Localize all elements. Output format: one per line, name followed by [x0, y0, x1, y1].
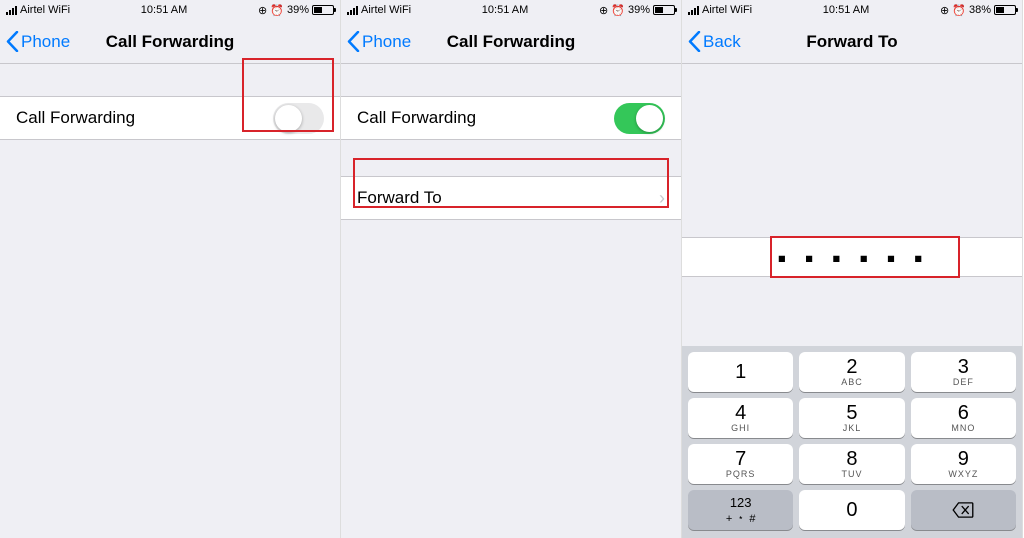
chevron-right-icon: ›: [659, 188, 665, 209]
alarm-icon: ⊕ ⏰: [940, 4, 966, 17]
key-0[interactable]: 0: [799, 490, 904, 530]
key-6[interactable]: 6MNO: [911, 398, 1016, 438]
call-forwarding-row: Call Forwarding: [341, 96, 681, 140]
back-label: Back: [703, 32, 741, 52]
screen-forward-to-input: Airtel WiFi 10:51 AM ⊕ ⏰ 38% Back Forwar…: [682, 0, 1023, 538]
nav-bar: Phone Call Forwarding: [341, 20, 681, 64]
status-bar: Airtel WiFi 10:51 AM ⊕ ⏰ 38%: [682, 0, 1022, 20]
signal-icon: [688, 6, 699, 15]
numeric-keypad: 1 2ABC 3DEF 4GHI 5JKL 6MNO 7PQRS 8TUV 9W…: [682, 346, 1022, 538]
status-bar: Airtel WiFi 10:51 AM ⊕ ⏰ 39%: [0, 0, 340, 20]
carrier-label: Airtel WiFi: [361, 4, 411, 16]
key-8[interactable]: 8TUV: [799, 444, 904, 484]
alarm-icon: ⊕ ⏰: [599, 4, 625, 17]
back-button[interactable]: Phone: [6, 31, 70, 52]
call-forwarding-row: Call Forwarding: [0, 96, 340, 140]
screen-call-forwarding-off: Airtel WiFi 10:51 AM ⊕ ⏰ 39% Phone Call …: [0, 0, 341, 538]
signal-icon: [347, 6, 358, 15]
time-label: 10:51 AM: [141, 4, 187, 16]
back-label: Phone: [362, 32, 411, 52]
nav-title: Call Forwarding: [106, 32, 234, 52]
key-2[interactable]: 2ABC: [799, 352, 904, 392]
carrier-label: Airtel WiFi: [20, 4, 70, 16]
key-1[interactable]: 1: [688, 352, 793, 392]
call-forwarding-label: Call Forwarding: [357, 108, 476, 128]
carrier-label: Airtel WiFi: [702, 4, 752, 16]
nav-title: Call Forwarding: [447, 32, 575, 52]
battery-percent: 39%: [628, 4, 650, 16]
back-button[interactable]: Phone: [347, 31, 411, 52]
battery-icon: [312, 5, 334, 15]
battery-icon: [653, 5, 675, 15]
chevron-left-icon: [688, 31, 701, 52]
battery-icon: [994, 5, 1016, 15]
forward-to-label: Forward To: [357, 188, 442, 208]
call-forwarding-toggle[interactable]: [614, 103, 665, 134]
phone-number-value: ▪ ▪ ▪ ▪ ▪ ▪: [777, 248, 927, 267]
chevron-left-icon: [6, 31, 19, 52]
phone-number-input[interactable]: ▪ ▪ ▪ ▪ ▪ ▪: [682, 237, 1022, 277]
nav-title: Forward To: [806, 32, 897, 52]
back-label: Phone: [21, 32, 70, 52]
call-forwarding-label: Call Forwarding: [16, 108, 135, 128]
key-9[interactable]: 9WXYZ: [911, 444, 1016, 484]
status-bar: Airtel WiFi 10:51 AM ⊕ ⏰ 39%: [341, 0, 681, 20]
key-3[interactable]: 3DEF: [911, 352, 1016, 392]
time-label: 10:51 AM: [823, 4, 869, 16]
back-button[interactable]: Back: [688, 31, 741, 52]
key-7[interactable]: 7PQRS: [688, 444, 793, 484]
forward-to-row[interactable]: Forward To ›: [341, 176, 681, 220]
key-4[interactable]: 4GHI: [688, 398, 793, 438]
key-mode[interactable]: 123 + ﹡ #: [688, 490, 793, 530]
call-forwarding-toggle[interactable]: [273, 103, 324, 134]
signal-icon: [6, 6, 17, 15]
backspace-icon: [952, 502, 974, 518]
nav-bar: Back Forward To: [682, 20, 1022, 64]
nav-bar: Phone Call Forwarding: [0, 20, 340, 64]
battery-percent: 39%: [287, 4, 309, 16]
screen-call-forwarding-on: Airtel WiFi 10:51 AM ⊕ ⏰ 39% Phone Call …: [341, 0, 682, 538]
alarm-icon: ⊕ ⏰: [258, 4, 284, 17]
chevron-left-icon: [347, 31, 360, 52]
key-5[interactable]: 5JKL: [799, 398, 904, 438]
key-delete[interactable]: [911, 490, 1016, 530]
time-label: 10:51 AM: [482, 4, 528, 16]
battery-percent: 38%: [969, 4, 991, 16]
